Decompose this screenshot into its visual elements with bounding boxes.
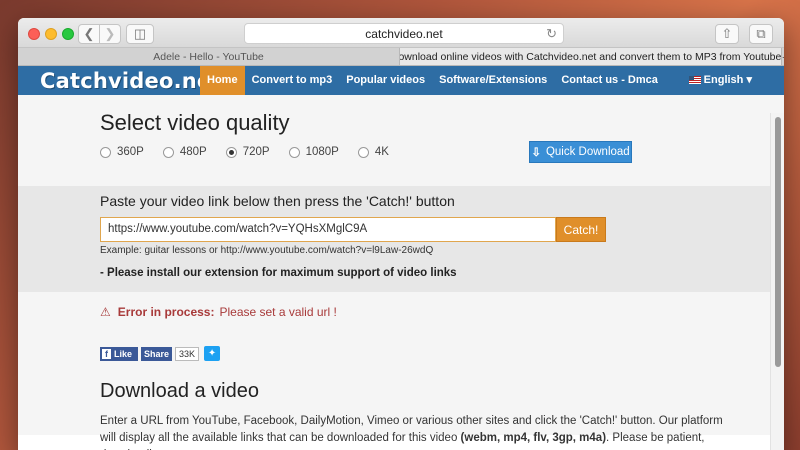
show-tabs-button[interactable]: ⧉	[749, 24, 773, 44]
radio-icon[interactable]	[288, 146, 300, 158]
radio-checked-icon[interactable]	[225, 146, 237, 158]
error-message: ⚠ Error in process: Please set a valid u…	[100, 305, 337, 319]
us-flag-icon	[688, 76, 701, 85]
quality-title: Select video quality	[100, 110, 290, 135]
quality-option-480p[interactable]: 480P	[162, 146, 207, 158]
facebook-like-button[interactable]: f Like	[100, 346, 138, 361]
tab-youtube[interactable]: Adele - Hello - YouTube	[18, 48, 400, 65]
back-button[interactable]: ❮	[78, 24, 100, 44]
quality-option-label: 720P	[242, 146, 270, 158]
quick-download-button[interactable]: ⇩ Quick Download	[529, 141, 632, 163]
facebook-share-button[interactable]: Share	[141, 346, 173, 361]
plus-icon: +	[782, 49, 784, 65]
download-arrow-icon: ⇩	[531, 147, 541, 159]
error-text: Please set a valid url !	[219, 305, 337, 319]
paste-instruction: Paste your video link below then press t…	[100, 193, 455, 209]
caret-down-icon: ▾	[746, 74, 752, 86]
radio-icon[interactable]	[162, 146, 174, 158]
install-extension-note: - Please install our extension for maxim…	[100, 267, 457, 279]
page-scrollbar[interactable]	[770, 113, 784, 450]
share-count: 33K	[175, 346, 200, 361]
fullscreen-window-button[interactable]	[62, 28, 74, 40]
warning-icon: ⚠	[100, 305, 111, 319]
radio-icon[interactable]	[100, 146, 111, 158]
browser-toolbar: ❮ ❯ ◫ catchvideo.net ↻ ⇧ ⧉	[18, 18, 784, 48]
download-formats: (webm, mp4, flv, 3gp, m4a)	[460, 432, 607, 444]
quality-options: 360P 480P 720P 1080P 4K	[100, 146, 408, 158]
share-button[interactable]: ⇧	[715, 24, 739, 44]
quality-option-360p[interactable]: 360P	[100, 146, 144, 158]
nav-convert-mp3[interactable]: Convert to mp3	[245, 66, 340, 95]
tab-bar: Adele - Hello - YouTube Download online …	[18, 48, 784, 66]
error-label: Error in process:	[117, 305, 215, 319]
site-nav: Catchvideo.net Home Convert to mp3 Popular…	[18, 66, 784, 95]
video-url-input[interactable]: https://www.youtube.com/watch?v=YQHsXMgl…	[100, 217, 556, 242]
nav-popular-videos[interactable]: Popular videos	[339, 66, 432, 95]
facebook-like-label: Like	[114, 348, 133, 359]
twitter-bird-icon: ✦	[207, 348, 217, 359]
chevron-left-icon: ❮	[83, 26, 95, 41]
quick-download-label: Quick Download	[545, 146, 630, 158]
address-bar-text: catchvideo.net	[365, 26, 443, 41]
quality-option-label: 480P	[179, 146, 207, 158]
catch-button[interactable]: Catch!	[556, 217, 606, 242]
example-text: Example: guitar lessons or http://www.yo…	[100, 245, 434, 256]
nav-menu: Home Convert to mp3 Popular videos Software…	[200, 66, 665, 95]
sidebar-icon: ◫	[133, 26, 147, 41]
share-icon: ⇧	[721, 26, 733, 41]
quality-option-1080p[interactable]: 1080P	[288, 146, 339, 158]
browser-window: ❮ ❯ ◫ catchvideo.net ↻ ⇧ ⧉ Adele - Hello…	[18, 18, 784, 450]
nav-software-extensions[interactable]: Software/Extensions	[432, 66, 554, 95]
tabs-overview-icon: ⧉	[756, 26, 766, 41]
site-logo[interactable]: Catchvideo.net	[18, 69, 221, 93]
quality-option-label: 1080P	[305, 146, 339, 158]
social-buttons: f Like Share 33K ✦	[100, 346, 221, 361]
reload-icon[interactable]: ↻	[546, 26, 557, 42]
chevron-right-icon: ❯	[104, 26, 116, 41]
download-section-title: Download a video	[100, 380, 259, 402]
radio-icon[interactable]	[357, 146, 369, 158]
scrollbar-thumb[interactable]	[775, 117, 781, 367]
language-selector[interactable]: English ▾	[688, 66, 752, 95]
download-description: Enter a URL from YouTube, Facebook, Dail…	[100, 413, 740, 450]
nav-home[interactable]: Home	[200, 66, 245, 95]
forward-button[interactable]: ❯	[99, 24, 121, 44]
tab-catchvideo[interactable]: Download online videos with Catchvideo.n…	[400, 48, 782, 65]
minimize-window-button[interactable]	[45, 28, 57, 40]
quality-option-label: 360P	[117, 146, 144, 158]
close-window-button[interactable]	[28, 28, 40, 40]
quality-option-label: 4K	[374, 146, 389, 158]
facebook-icon: f	[102, 348, 111, 359]
page-content: Select video quality 360P 480P 720P 1080…	[18, 95, 784, 450]
quality-option-4k[interactable]: 4K	[357, 146, 389, 158]
language-label: English	[703, 74, 744, 86]
quality-option-720p[interactable]: 720P	[225, 146, 270, 158]
new-tab-button[interactable]: +	[782, 48, 784, 65]
sidebar-button[interactable]: ◫	[126, 24, 154, 44]
twitter-button[interactable]: ✦	[204, 346, 221, 361]
address-bar[interactable]: catchvideo.net ↻	[244, 23, 564, 44]
nav-contact-dmca[interactable]: Contact us - Dmca	[554, 66, 665, 95]
